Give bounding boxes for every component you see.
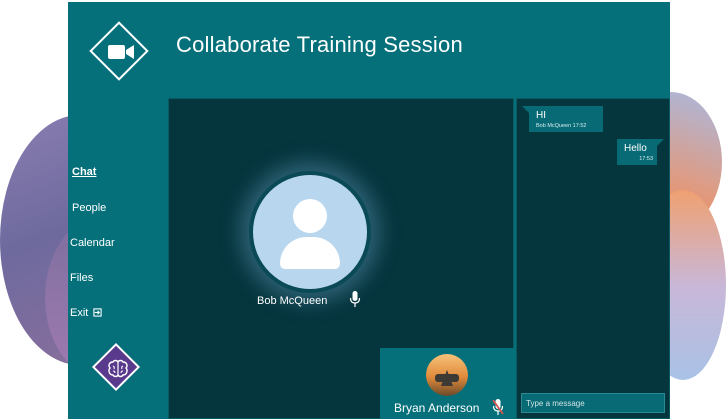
sidebar-item-calendar[interactable]: Calendar bbox=[70, 237, 115, 249]
chat-message-meta: Bob McQueen 17:52 bbox=[536, 123, 587, 129]
speaker-name: Bob McQueen bbox=[257, 295, 328, 307]
page-title: Collaborate Training Session bbox=[176, 32, 463, 57]
chat-message-text: Hello bbox=[624, 143, 647, 154]
self-video-tile[interactable]: Bryan Anderson bbox=[380, 348, 514, 419]
chat-panel: HI Bob McQueen 17:52 Hello 17:53 bbox=[516, 98, 670, 419]
chat-message-outgoing: Hello 17:53 bbox=[617, 139, 664, 165]
video-camera-icon bbox=[108, 45, 134, 59]
exit-icon bbox=[93, 308, 102, 317]
chat-message-input[interactable] bbox=[521, 393, 665, 413]
chat-message-incoming: HI Bob McQueen 17:52 bbox=[522, 106, 603, 132]
self-avatar bbox=[426, 354, 468, 396]
sidebar-item-people[interactable]: People bbox=[72, 202, 106, 214]
speaker-avatar bbox=[253, 175, 367, 289]
person-icon-head bbox=[293, 199, 327, 233]
header: Collaborate Training Session bbox=[68, 2, 670, 98]
brain-icon bbox=[108, 359, 128, 378]
microphone-muted-icon[interactable] bbox=[492, 398, 504, 416]
chat-message-meta: 17:53 bbox=[639, 156, 653, 162]
sidebar-item-files[interactable]: Files bbox=[70, 272, 93, 284]
self-name: Bryan Anderson bbox=[394, 401, 480, 415]
chat-message-text: HI bbox=[536, 110, 546, 121]
sidebar-item-exit[interactable]: Exit bbox=[70, 307, 102, 319]
person-icon-body bbox=[280, 237, 340, 269]
app-window: Collaborate Training Session Chat People… bbox=[68, 2, 670, 419]
microphone-icon[interactable] bbox=[349, 290, 361, 308]
sidebar-item-chat[interactable]: Chat bbox=[72, 166, 96, 178]
sidebar-item-exit-label: Exit bbox=[70, 307, 89, 319]
